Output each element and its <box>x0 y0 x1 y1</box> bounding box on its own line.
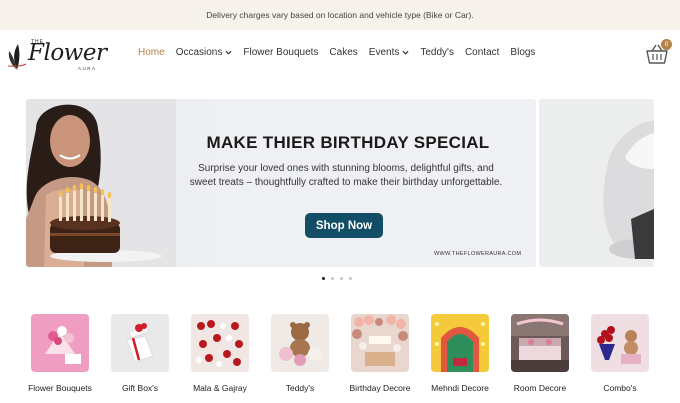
slider-dots <box>322 277 352 280</box>
logo-word: Flower <box>28 40 107 66</box>
nav-teddys[interactable]: Teddy's <box>420 47 454 58</box>
nav-home-label: Home <box>138 47 165 58</box>
slider-dot-1[interactable] <box>322 277 325 280</box>
banner-title: MAKE THIER BIRTHDAY SPECIAL <box>206 133 490 152</box>
mala-gajray-image <box>191 314 249 372</box>
category-label: Combo's <box>603 383 637 393</box>
category-combos[interactable]: Combo's <box>580 314 660 394</box>
category-flower-bouquets[interactable]: Flower Bouquets <box>20 314 100 394</box>
slider-dot-4[interactable] <box>349 277 352 280</box>
nav-cakes-label: Cakes <box>329 47 358 58</box>
nav-occasions-label: Occasions <box>175 47 223 58</box>
nav-events-label: Events <box>368 47 400 58</box>
category-label: Birthday Decore <box>349 383 411 393</box>
next-slide-image <box>539 99 654 267</box>
category-strip: Flower Bouquets Gift Box's Mala & Gajray… <box>20 314 668 403</box>
hero-banner[interactable]: MAKE THIER BIRTHDAY SPECIAL Surprise you… <box>26 99 536 267</box>
nav-flower-bouquets-label: Flower Bouquets <box>243 47 319 58</box>
category-label: Teddy's <box>285 383 315 393</box>
next-slide-preview[interactable] <box>539 99 654 267</box>
banner-url: WWW.THEFLOWERAURA.COM <box>434 251 522 257</box>
teddy-image <box>271 314 329 372</box>
birthday-decor-image <box>351 314 409 372</box>
logo[interactable]: THE Flower AURA <box>6 38 116 74</box>
nav-home[interactable]: Home <box>138 47 165 58</box>
nav-events[interactable]: Events <box>369 47 410 58</box>
nav-contact[interactable]: Contact <box>465 47 499 58</box>
category-label: Flower Bouquets <box>28 383 92 393</box>
category-room-decore[interactable]: Room Decore <box>500 314 580 394</box>
shop-now-button[interactable]: Shop Now <box>305 213 383 238</box>
category-mehndi-decore[interactable]: Mehndi Decore <box>420 314 500 394</box>
category-label: Room Decore <box>513 383 567 393</box>
nav-occasions[interactable]: Occasions <box>176 47 233 58</box>
announcement-bar: Delivery charges vary based on location … <box>0 0 680 30</box>
birthday-girl-image <box>26 99 176 267</box>
nav-blogs[interactable]: Blogs <box>510 47 535 58</box>
announcement-text: Delivery charges vary based on location … <box>206 10 474 20</box>
nav-blogs-label: Blogs <box>510 47 536 58</box>
mehndi-decor-image <box>431 314 489 372</box>
category-teddys[interactable]: Teddy's <box>260 314 340 394</box>
category-label: Mala & Gajray <box>193 383 247 393</box>
site-header: THE Flower AURA Home Occasions Flower Bo… <box>0 30 680 82</box>
combo-image <box>591 314 649 372</box>
banner-subtitle: Surprise your loved ones with stunning b… <box>189 163 503 188</box>
gift-box-image <box>111 314 169 372</box>
slider-dot-2[interactable] <box>331 277 334 280</box>
chevron-down-icon <box>225 50 232 55</box>
cart-button[interactable]: 0 <box>645 39 672 66</box>
category-gift-boxes[interactable]: Gift Box's <box>100 314 180 394</box>
main-nav: Home Occasions Flower Bouquets Cakes Eve… <box>138 47 546 58</box>
chevron-down-icon <box>402 50 409 55</box>
nav-contact-label: Contact <box>464 47 500 58</box>
logo-aura: AURA <box>78 66 97 71</box>
nav-teddys-label: Teddy's <box>420 47 454 58</box>
category-birthday-decore[interactable]: Birthday Decore <box>340 314 420 394</box>
category-label: Mehndi Decore <box>431 383 489 393</box>
leaf-logo-icon <box>7 44 27 70</box>
category-mala-gajray[interactable]: Mala & Gajray <box>180 314 260 394</box>
category-label: Gift Box's <box>121 383 159 393</box>
cart-count-badge: 0 <box>661 39 672 50</box>
room-decor-image <box>511 314 569 372</box>
nav-flower-bouquets[interactable]: Flower Bouquets <box>243 47 318 58</box>
nav-cakes[interactable]: Cakes <box>329 47 357 58</box>
slider-dot-3[interactable] <box>340 277 343 280</box>
flower-bouquet-image <box>31 314 89 372</box>
